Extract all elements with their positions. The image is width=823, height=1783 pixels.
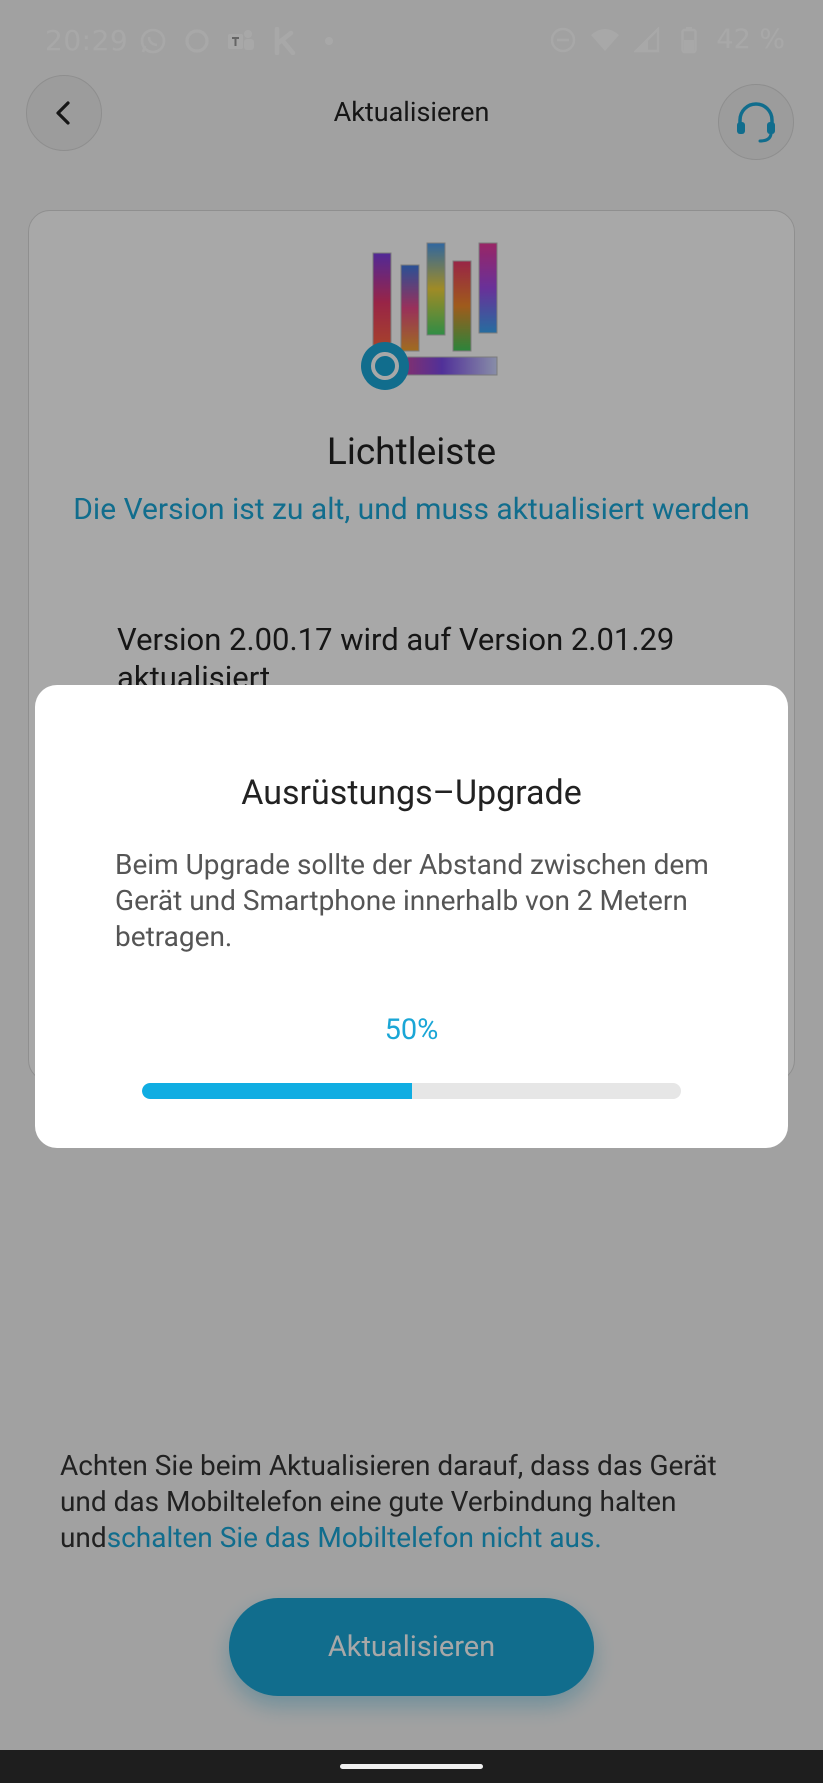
progress-bar-fill (142, 1083, 412, 1099)
dialog-title: Ausrüstungs–Upgrade (241, 773, 582, 813)
dialog-message: Beim Upgrade sollte der Abstand zwischen… (115, 848, 709, 953)
progress-bar (142, 1083, 681, 1099)
home-gesture-handle[interactable] (340, 1764, 483, 1769)
upgrade-dialog: Ausrüstungs–Upgrade Beim Upgrade sollte … (35, 685, 788, 1148)
progress-percentage: 50% (384, 1013, 439, 1047)
system-navigation-bar (0, 1750, 823, 1783)
